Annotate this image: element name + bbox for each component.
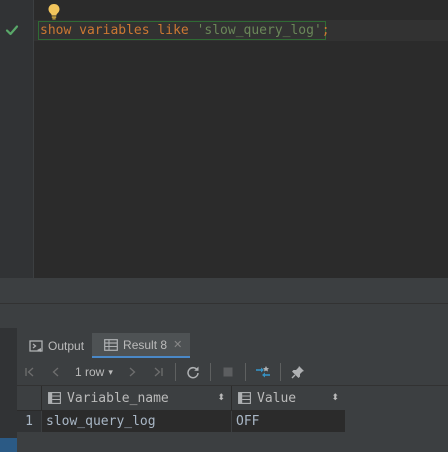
grid-header: Variable_name ⬍ Value ⬍	[17, 386, 345, 411]
column-header-label: Variable_name	[67, 390, 169, 406]
table-icon	[104, 338, 118, 351]
sort-icon[interactable]: ⬍	[331, 392, 339, 403]
column-icon	[48, 392, 61, 404]
check-icon	[5, 25, 19, 36]
first-page-icon[interactable]	[19, 361, 41, 383]
table-row[interactable]: 1 slow_query_log OFF	[17, 411, 345, 432]
sql-editor[interactable]: show variables like 'slow_query_log';	[0, 0, 448, 278]
sql-keyword: variables	[79, 23, 150, 38]
column-header-label: Value	[257, 390, 297, 406]
results-toolbar: 1 row ▾	[17, 359, 448, 386]
toolbar-divider	[174, 363, 176, 381]
services-results-panel: Output Result 8 ✕ 1 row ▾ Variable_name …	[0, 328, 448, 452]
result-grid: Variable_name ⬍ Value ⬍ 1 slow_query_log…	[17, 386, 345, 432]
row-number: 1	[17, 411, 41, 432]
refresh-icon[interactable]	[182, 361, 204, 383]
tab-output-label: Output	[48, 338, 85, 353]
sql-statement[interactable]: show variables like 'slow_query_log';	[40, 22, 330, 39]
row-count-dropdown[interactable]: 1 row ▾	[75, 365, 113, 379]
close-icon[interactable]: ✕	[173, 338, 182, 351]
result-tabs: Output Result 8 ✕	[17, 333, 191, 358]
chevron-down-icon: ▾	[108, 366, 113, 377]
sort-icon[interactable]: ⬍	[217, 392, 225, 403]
prev-page-icon[interactable]	[45, 361, 67, 383]
editor-gutter	[0, 0, 34, 278]
row-count-label: 1 row	[75, 365, 105, 379]
column-icon	[238, 392, 251, 404]
table-cell-variable-name[interactable]: slow_query_log	[41, 411, 231, 432]
lightbulb-icon[interactable]	[47, 3, 61, 20]
output-icon	[29, 339, 43, 352]
toolbar-divider	[244, 363, 246, 381]
tab-output[interactable]: Output	[17, 333, 92, 358]
column-header-value[interactable]: Value ⬍	[231, 386, 345, 410]
stop-icon[interactable]	[217, 361, 239, 383]
sql-keyword: show	[40, 23, 72, 38]
toolbar-divider	[209, 363, 211, 381]
divider	[0, 303, 448, 304]
next-page-icon[interactable]	[121, 361, 143, 383]
row-number-header	[17, 386, 41, 410]
panel-side-strip	[0, 328, 17, 452]
toolbar-divider	[279, 363, 281, 381]
sql-terminator: ;	[321, 23, 330, 38]
table-cell-value[interactable]: OFF	[231, 411, 345, 432]
tab-result-8[interactable]: Result 8 ✕	[92, 333, 191, 358]
pin-icon[interactable]	[287, 361, 309, 383]
column-header-variable-name[interactable]: Variable_name ⬍	[41, 386, 231, 410]
panel-accent-strip	[0, 438, 17, 452]
sql-string-literal: 'slow_query_log'	[196, 23, 322, 38]
sql-keyword: like	[157, 23, 189, 38]
compare-icon[interactable]	[252, 361, 274, 383]
tab-result-label: Result 8	[123, 337, 168, 352]
last-page-icon[interactable]	[147, 361, 169, 383]
